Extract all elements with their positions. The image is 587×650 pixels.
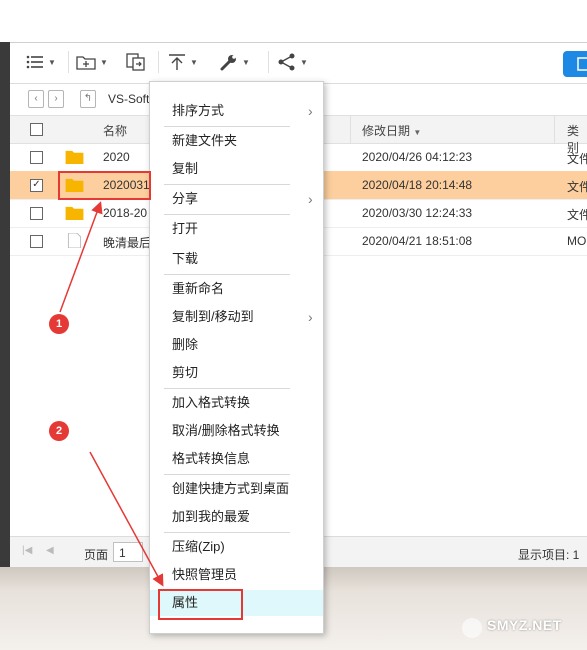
watermark: SMYZ.NET (487, 617, 562, 633)
watermark-logo-icon (462, 618, 482, 638)
annotation-badge-1: 1 (49, 314, 69, 334)
annotation-badge-2: 2 (49, 421, 69, 441)
annotation-arrows (59, 201, 164, 587)
